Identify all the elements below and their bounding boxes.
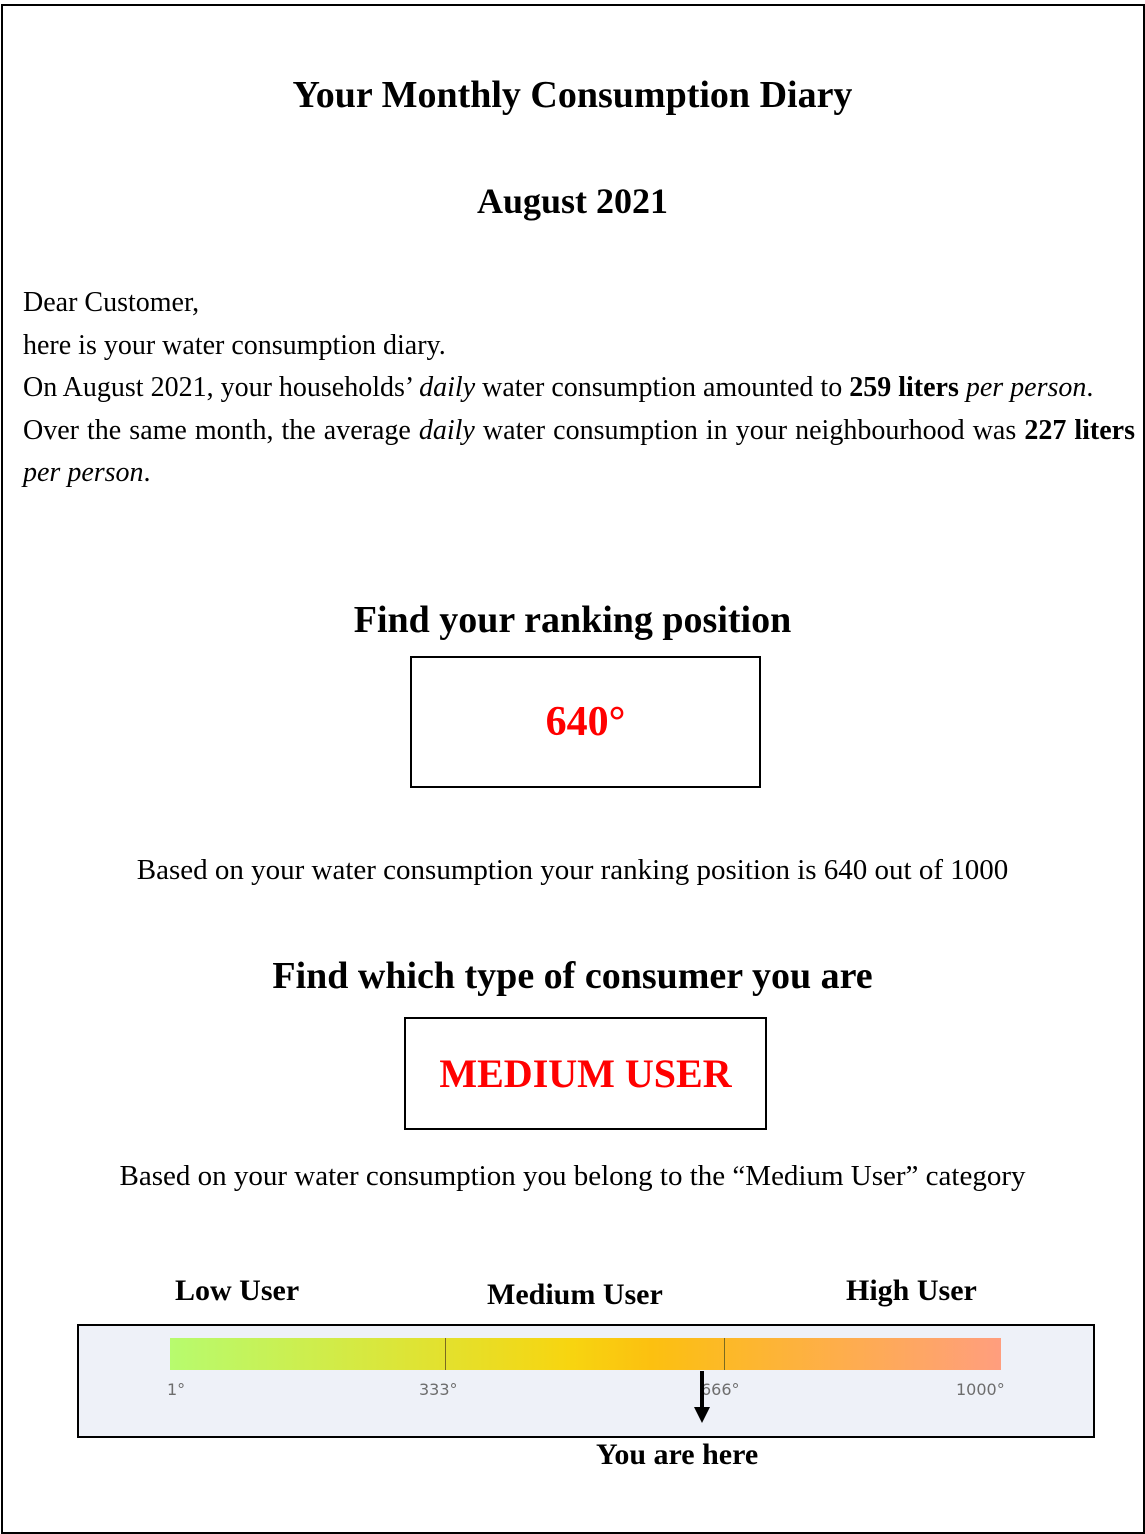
high-user-label: High User: [846, 1274, 977, 1307]
arrow-down-icon: [694, 1407, 710, 1423]
position-arrow: [700, 1371, 704, 1409]
you-are-here-label: You are here: [596, 1438, 759, 1471]
gradient-bar: [170, 1338, 1001, 1370]
tick-label-666: 666°: [701, 1380, 740, 1399]
category-note: Based on your water consumption you belo…: [119, 1160, 1026, 1192]
category-box: MEDIUM USER: [404, 1017, 767, 1130]
household-consumption: On August 2021, your households’ daily w…: [23, 372, 1094, 403]
neighbourhood-consumption: Over the same month, the average daily w…: [23, 414, 1136, 489]
ranking-box: 640°: [410, 656, 761, 788]
page-title: Your Monthly Consumption Diary: [292, 74, 853, 116]
household-amount: 259 liters: [849, 372, 959, 403]
low-user-label: Low User: [175, 1274, 300, 1307]
greeting: Dear Customer,: [23, 287, 200, 318]
intro-line: here is your water consumption diary.: [23, 329, 446, 361]
ranking-scale: 1° 333° 666° 1000°: [77, 1324, 1095, 1438]
letter-body: Dear Customer, here is your water consum…: [23, 282, 1135, 495]
category-value: MEDIUM USER: [439, 1051, 732, 1096]
tick-divider-666: [724, 1338, 725, 1370]
category-heading: Find which type of consumer you are: [272, 955, 873, 997]
ranking-value: 640°: [545, 699, 626, 745]
period-title: August 2021: [476, 181, 669, 221]
tick-label-1000: 1000°: [956, 1380, 1005, 1399]
medium-user-label: Medium User: [487, 1278, 663, 1311]
tick-divider-333: [445, 1338, 446, 1370]
tick-label-333: 333°: [419, 1380, 458, 1399]
ranking-heading: Find your ranking position: [353, 599, 792, 641]
ranking-note: Based on your water consumption your ran…: [136, 854, 1009, 886]
neighbourhood-amount: 227 liters: [1024, 414, 1136, 446]
tick-label-1: 1°: [167, 1380, 186, 1399]
